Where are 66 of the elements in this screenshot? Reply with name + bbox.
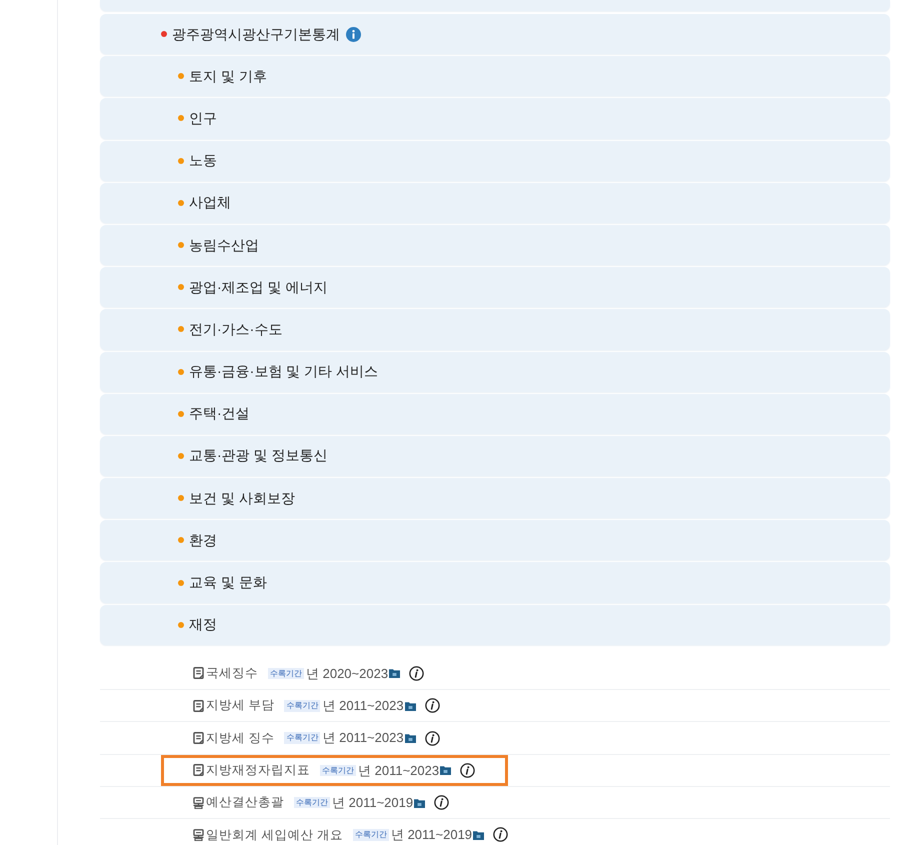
table-icon (193, 796, 204, 809)
info-icon[interactable] (434, 795, 450, 810)
bullet-dot-icon (178, 242, 184, 248)
info-icon[interactable] (424, 698, 440, 714)
folder-icon[interactable] (389, 668, 400, 678)
info-icon[interactable] (409, 666, 424, 681)
category-item[interactable]: 인구 (100, 98, 890, 139)
folder-icon[interactable] (404, 700, 416, 711)
category-item[interactable]: 토지 및 기후 (100, 56, 890, 96)
bullet-dot-icon (178, 326, 184, 332)
period-text: 년 2011~2023 (322, 697, 404, 715)
document-icon (193, 764, 204, 776)
category-item[interactable]: 교육 및 문화 (100, 562, 890, 603)
table-link[interactable]: 지방세 부담 (206, 696, 274, 716)
category-item[interactable]: 주택·건설 (100, 394, 890, 434)
bullet-dot-icon (178, 580, 184, 586)
category-item[interactable]: 환경 (100, 520, 890, 560)
bullet-dot-icon (178, 622, 184, 628)
bullet-dot-icon (178, 495, 184, 502)
category-item[interactable]: 유통·금융·보험 및 기타 서비스 (100, 352, 890, 392)
bullet-dot-icon (161, 31, 167, 38)
period-text: 년 2011~2019 (332, 794, 414, 812)
period-label: 수록기간 (320, 764, 356, 776)
table-link[interactable]: 일반회계 세입예산 개요 (206, 826, 343, 844)
table-link[interactable]: 지방세 징수 (206, 728, 274, 748)
period-text: 년 2011~2023 (358, 762, 440, 780)
category-item[interactable]: 재정 (100, 604, 890, 645)
bullet-dot-icon (178, 200, 184, 206)
document-icon (193, 700, 204, 712)
category-item[interactable]: 보건 및 사회보장 (100, 478, 890, 518)
table-link[interactable]: 지방재정자립지표 (206, 760, 310, 780)
category-item[interactable]: 농림수산업 (100, 224, 890, 266)
bullet-dot-icon (178, 368, 184, 375)
period-label: 수록기간 (284, 732, 320, 744)
category-item[interactable]: 전기·가스·수도 (100, 309, 890, 350)
category-item[interactable]: 광업·제조업 및 에너지 (100, 267, 890, 308)
category-item[interactable]: 노동 (100, 140, 890, 181)
category-item[interactable]: 교통·관광 및 정보통신 (100, 436, 890, 476)
period-text: 년 2020~2023 (306, 664, 388, 683)
period-label: 수록기간 (284, 700, 320, 712)
table-link[interactable]: 국세징수 (206, 664, 258, 683)
bullet-dot-icon (178, 73, 184, 80)
bullet-dot-icon (178, 452, 184, 459)
bullet-dot-icon (178, 158, 184, 164)
period-label: 수록기간 (268, 668, 304, 680)
info-icon[interactable] (493, 827, 508, 842)
bullet-dot-icon (178, 115, 184, 122)
period-label: 수록기간 (352, 829, 389, 841)
bullet-dot-icon (178, 537, 184, 544)
bullet-dot-icon (178, 410, 184, 417)
period-label: 수록기간 (294, 796, 330, 808)
period-text: 년 2011~2019 (390, 826, 472, 844)
info-icon[interactable] (460, 762, 476, 778)
info-icon[interactable] (424, 730, 440, 746)
table-icon (193, 828, 204, 841)
folder-icon[interactable] (414, 798, 426, 808)
period-text: 년 2011~2023 (322, 729, 404, 748)
folder-icon[interactable] (440, 765, 452, 776)
category-item[interactable]: 사업체 (100, 182, 890, 223)
folder-icon[interactable] (404, 733, 416, 744)
document-icon (193, 667, 204, 680)
folder-icon[interactable] (473, 830, 484, 840)
category-item[interactable]: 광주광역시광산구기본통계 (100, 14, 890, 54)
table-link[interactable]: 예산결산총괄 (206, 793, 284, 812)
document-icon (193, 732, 204, 744)
bullet-dot-icon (178, 284, 184, 290)
